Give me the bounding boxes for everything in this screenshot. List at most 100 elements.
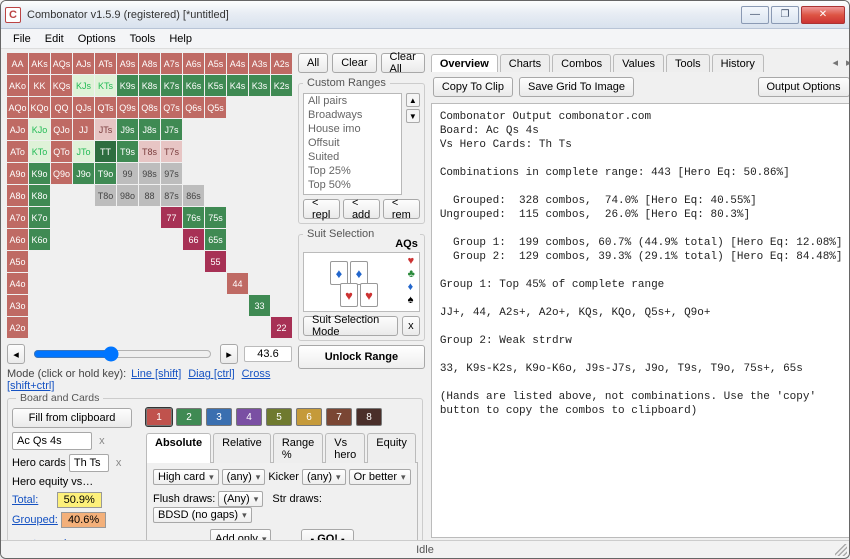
- range-slider[interactable]: [33, 346, 212, 362]
- grid-cell-65s[interactable]: 65s: [205, 229, 226, 250]
- grid-cell-A3o[interactable]: A3o: [7, 295, 28, 316]
- hand-grid[interactable]: AAAKsAQsAJsATsA9sA8sA7sA6sA5sA4sA3sA2sAK…: [7, 53, 292, 338]
- add-button[interactable]: < add: [343, 199, 380, 219]
- suit-mode-button[interactable]: Suit Selection Mode: [303, 316, 398, 336]
- group-color-1[interactable]: 1: [146, 408, 172, 426]
- tab-charts[interactable]: Charts: [500, 54, 550, 72]
- suit-x-button[interactable]: x: [402, 316, 420, 336]
- diamond-card-icon[interactable]: ♦: [350, 261, 368, 285]
- grid-cell-Q9s[interactable]: Q9s: [117, 97, 138, 118]
- grid-cell-A2s[interactable]: A2s: [271, 53, 292, 74]
- grid-cell-A8s[interactable]: A8s: [139, 53, 160, 74]
- menu-options[interactable]: Options: [72, 31, 122, 47]
- grid-cell-J7s[interactable]: J7s: [161, 119, 182, 140]
- grid-cell-Q8s[interactable]: Q8s: [139, 97, 160, 118]
- grid-cell-66[interactable]: 66: [183, 229, 204, 250]
- grid-cell-A9o[interactable]: A9o: [7, 163, 28, 184]
- filter-tab-range-[interactable]: Range %: [273, 433, 323, 463]
- grid-cell-A5o[interactable]: A5o: [7, 251, 28, 272]
- grid-cell-JTo[interactable]: JTo: [73, 141, 94, 162]
- diamond-card-icon[interactable]: ♦: [330, 261, 348, 285]
- menu-help[interactable]: Help: [163, 31, 198, 47]
- preset-item[interactable]: Broadways: [304, 108, 401, 122]
- grid-cell-K7s[interactable]: K7s: [161, 75, 182, 96]
- grid-cell-A2o[interactable]: A2o: [7, 317, 28, 338]
- save-grid-button[interactable]: Save Grid To Image: [519, 77, 634, 97]
- tab-overview[interactable]: Overview: [431, 54, 498, 72]
- heart-icon[interactable]: ♥: [408, 255, 415, 267]
- grid-cell-Q9o[interactable]: Q9o: [51, 163, 72, 184]
- grid-cell-J9s[interactable]: J9s: [117, 119, 138, 140]
- grid-cell-22[interactable]: 22: [271, 317, 292, 338]
- grid-cell-T9s[interactable]: T9s: [117, 141, 138, 162]
- grid-cell-J9o[interactable]: J9o: [73, 163, 94, 184]
- grid-cell-ATs[interactable]: ATs: [95, 53, 116, 74]
- grid-cell-K5s[interactable]: K5s: [205, 75, 226, 96]
- grid-cell-KTs[interactable]: KTs: [95, 75, 116, 96]
- flush-combo[interactable]: (Any): [218, 491, 263, 507]
- grid-cell-K8s[interactable]: K8s: [139, 75, 160, 96]
- grid-cell-87s[interactable]: 87s: [161, 185, 182, 206]
- filter-tab-relative[interactable]: Relative: [213, 433, 271, 463]
- grid-cell-JJ[interactable]: JJ: [73, 119, 94, 140]
- grid-cell-86s[interactable]: 86s: [183, 185, 204, 206]
- grid-cell-Q5s[interactable]: Q5s: [205, 97, 226, 118]
- diamond-icon[interactable]: ♦: [408, 281, 415, 293]
- mode-diag-link[interactable]: Diag [ctrl]: [188, 368, 234, 380]
- filter-tab-vs-hero[interactable]: Vs hero: [325, 433, 365, 463]
- resize-handle[interactable]: [835, 544, 847, 556]
- tab-tools[interactable]: Tools: [666, 54, 710, 72]
- clear-hero-icon[interactable]: x: [116, 457, 122, 469]
- grid-cell-A8o[interactable]: A8o: [7, 185, 28, 206]
- menu-edit[interactable]: Edit: [39, 31, 70, 47]
- grid-cell-33[interactable]: 33: [249, 295, 270, 316]
- grid-cell-A3s[interactable]: A3s: [249, 53, 270, 74]
- addonly-combo[interactable]: Add only: [210, 529, 271, 540]
- grid-cell-T8o[interactable]: T8o: [95, 185, 116, 206]
- maximize-button[interactable]: ❐: [771, 6, 799, 24]
- preset-item[interactable]: House imo: [304, 122, 401, 136]
- copy-to-clip-button[interactable]: Copy To Clip: [433, 77, 513, 97]
- grid-cell-QJo[interactable]: QJo: [51, 119, 72, 140]
- grid-cell-K7o[interactable]: K7o: [29, 207, 50, 228]
- grid-cell-AKs[interactable]: AKs: [29, 53, 50, 74]
- total-link[interactable]: Total:: [12, 494, 38, 506]
- grid-cell-QQ[interactable]: QQ: [51, 97, 72, 118]
- grid-cell-77[interactable]: 77: [161, 207, 182, 228]
- grid-cell-K6s[interactable]: K6s: [183, 75, 204, 96]
- grid-cell-T9o[interactable]: T9o: [95, 163, 116, 184]
- grid-cell-K4s[interactable]: K4s: [227, 75, 248, 96]
- grid-cell-K6o[interactable]: K6o: [29, 229, 50, 250]
- preset-item[interactable]: Top 25%: [304, 164, 401, 178]
- grid-cell-98s[interactable]: 98s: [139, 163, 160, 184]
- unlock-range-button[interactable]: Unlock Range: [298, 345, 425, 369]
- grid-cell-98o[interactable]: 98o: [117, 185, 138, 206]
- grid-cell-QTo[interactable]: QTo: [51, 141, 72, 162]
- fill-from-clipboard-button[interactable]: Fill from clipboard: [12, 408, 132, 428]
- grid-cell-A9s[interactable]: A9s: [117, 53, 138, 74]
- grid-cell-K9s[interactable]: K9s: [117, 75, 138, 96]
- filter-tab-absolute[interactable]: Absolute: [146, 433, 211, 463]
- grid-cell-A7s[interactable]: A7s: [161, 53, 182, 74]
- grid-cell-76s[interactable]: 76s: [183, 207, 204, 228]
- grid-cell-K3s[interactable]: K3s: [249, 75, 270, 96]
- suit-selection-box[interactable]: ♦ ♦ ♥ ♥ ♥ ♣ ♦ ♠: [303, 252, 420, 312]
- menu-tools[interactable]: Tools: [124, 31, 162, 47]
- grid-cell-K2s[interactable]: K2s: [271, 75, 292, 96]
- clear-board-icon[interactable]: x: [99, 435, 105, 447]
- tab-next-icon[interactable]: ▸: [846, 56, 849, 69]
- menu-file[interactable]: File: [7, 31, 37, 47]
- preset-item[interactable]: Offsuit: [304, 136, 401, 150]
- preset-item[interactable]: All pairs: [304, 94, 401, 108]
- preset-item[interactable]: Suited: [304, 150, 401, 164]
- grid-cell-Q7s[interactable]: Q7s: [161, 97, 182, 118]
- grouped-link[interactable]: Grouped:: [12, 514, 58, 526]
- slider-next-button[interactable]: ▸: [220, 344, 238, 364]
- grid-cell-Q6s[interactable]: Q6s: [183, 97, 204, 118]
- grid-cell-KQs[interactable]: KQs: [51, 75, 72, 96]
- grid-cell-KQo[interactable]: KQo: [29, 97, 50, 118]
- close-button[interactable]: ✕: [801, 6, 845, 24]
- grid-cell-A5s[interactable]: A5s: [205, 53, 226, 74]
- grid-cell-K8o[interactable]: K8o: [29, 185, 50, 206]
- tab-combos[interactable]: Combos: [552, 54, 611, 72]
